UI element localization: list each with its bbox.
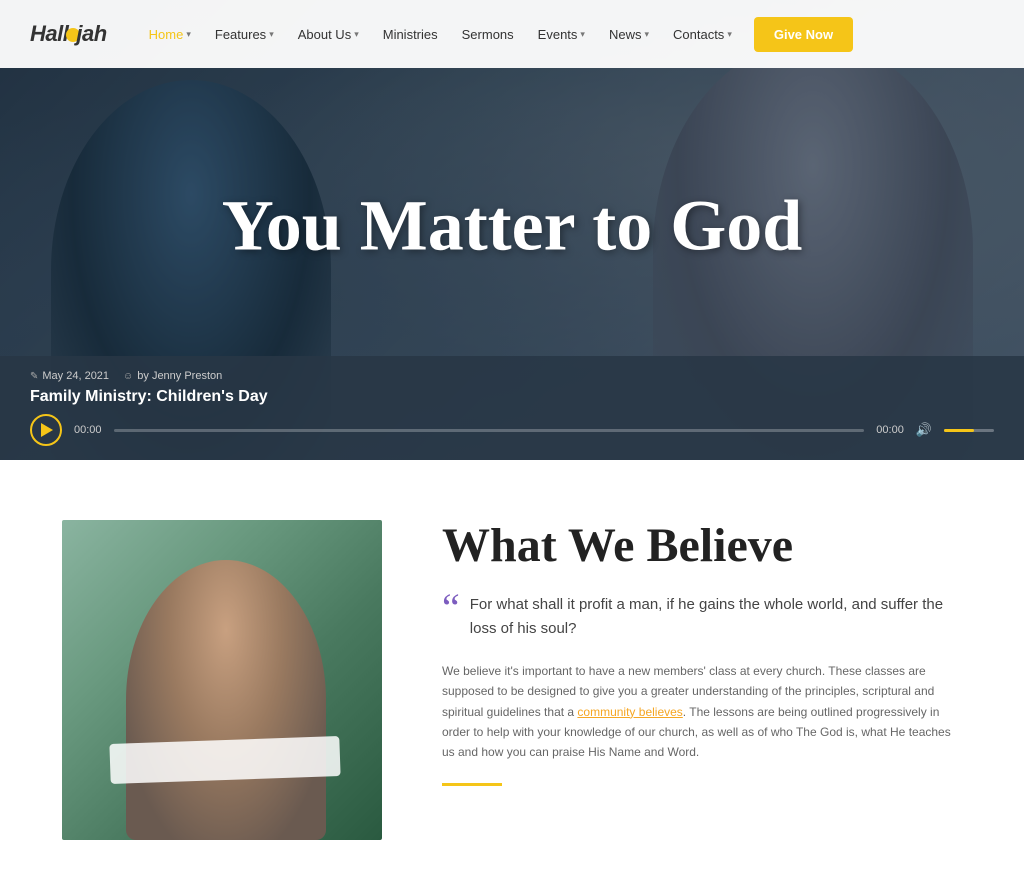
play-icon <box>41 423 53 437</box>
nav-ministries-link[interactable]: Ministries <box>371 19 450 50</box>
volume-bar[interactable] <box>944 429 994 432</box>
nav-contacts[interactable]: Contacts ▾ <box>661 19 744 50</box>
believe-text-column: What We Believe “ For what shall it prof… <box>442 520 962 786</box>
player-sermon-title: Family Ministry: Children's Day <box>30 388 994 406</box>
hero-section: You Matter to God ✎ May 24, 2021 ☺ by Je… <box>0 0 1024 460</box>
hero-title: You Matter to God <box>162 186 862 265</box>
main-menu: Home ▾ Features ▾ About Us ▾ Ministries … <box>137 17 994 52</box>
chevron-down-icon: ▾ <box>727 29 732 40</box>
quote-marks-icon: “ <box>442 588 460 641</box>
believe-quote-text: For what shall it profit a man, if he ga… <box>470 593 962 641</box>
navbar: Halljah Home ▾ Features ▾ About Us ▾ Min… <box>0 0 1024 68</box>
nav-home-link[interactable]: Home ▾ <box>137 19 203 50</box>
believe-quote-block: “ For what shall it profit a man, if he … <box>442 593 962 641</box>
nav-ministries[interactable]: Ministries <box>371 19 450 50</box>
progress-track[interactable] <box>114 429 865 432</box>
play-button[interactable] <box>30 414 62 446</box>
player-controls: 00:00 00:00 🔊 <box>30 414 994 446</box>
site-logo[interactable]: Halljah <box>30 21 107 47</box>
nav-home[interactable]: Home ▾ <box>137 19 203 50</box>
believe-body-text: We believe it's important to have a new … <box>442 661 962 763</box>
chevron-down-icon: ▾ <box>580 29 585 40</box>
nav-news[interactable]: News ▾ <box>597 19 661 50</box>
nav-sermons[interactable]: Sermons <box>450 19 526 50</box>
believe-image <box>62 520 382 840</box>
time-current: 00:00 <box>74 424 102 436</box>
chevron-down-icon: ▾ <box>354 29 359 40</box>
give-now-button[interactable]: Give Now <box>754 17 853 52</box>
volume-fill <box>944 429 974 432</box>
nav-sermons-link[interactable]: Sermons <box>450 19 526 50</box>
nav-events[interactable]: Events ▾ <box>526 19 597 50</box>
person-icon: ☺ <box>123 371 133 382</box>
believe-inner: What We Believe “ For what shall it prof… <box>32 520 992 840</box>
nav-about[interactable]: About Us ▾ <box>286 19 371 50</box>
calendar-icon: ✎ <box>30 371 38 382</box>
chevron-down-icon: ▾ <box>644 29 649 40</box>
chevron-down-icon: ▾ <box>269 29 274 40</box>
nav-features-link[interactable]: Features ▾ <box>203 19 286 50</box>
logo-text: Halljah <box>30 21 107 46</box>
nav-news-link[interactable]: News ▾ <box>597 19 661 50</box>
nav-events-link[interactable]: Events ▾ <box>526 19 597 50</box>
player-meta: ✎ May 24, 2021 ☺ by Jenny Preston <box>30 370 994 382</box>
nav-about-link[interactable]: About Us ▾ <box>286 19 371 50</box>
nav-features[interactable]: Features ▾ <box>203 19 286 50</box>
community-believes-link[interactable]: community believes <box>577 705 682 719</box>
believe-heading: What We Believe <box>442 520 962 573</box>
volume-icon[interactable]: 🔊 <box>916 422 932 438</box>
give-now-nav-item[interactable]: Give Now <box>744 17 853 52</box>
player-author: ☺ by Jenny Preston <box>123 370 222 382</box>
player-date: ✎ May 24, 2021 <box>30 370 109 382</box>
hero-player-bar: ✎ May 24, 2021 ☺ by Jenny Preston Family… <box>0 356 1024 460</box>
chevron-down-icon: ▾ <box>186 29 191 40</box>
nav-contacts-link[interactable]: Contacts ▾ <box>661 19 744 50</box>
time-total: 00:00 <box>876 424 904 436</box>
accent-bar <box>442 783 502 786</box>
believe-section: What We Believe “ For what shall it prof… <box>0 460 1024 880</box>
hero-content: You Matter to God <box>162 186 862 265</box>
